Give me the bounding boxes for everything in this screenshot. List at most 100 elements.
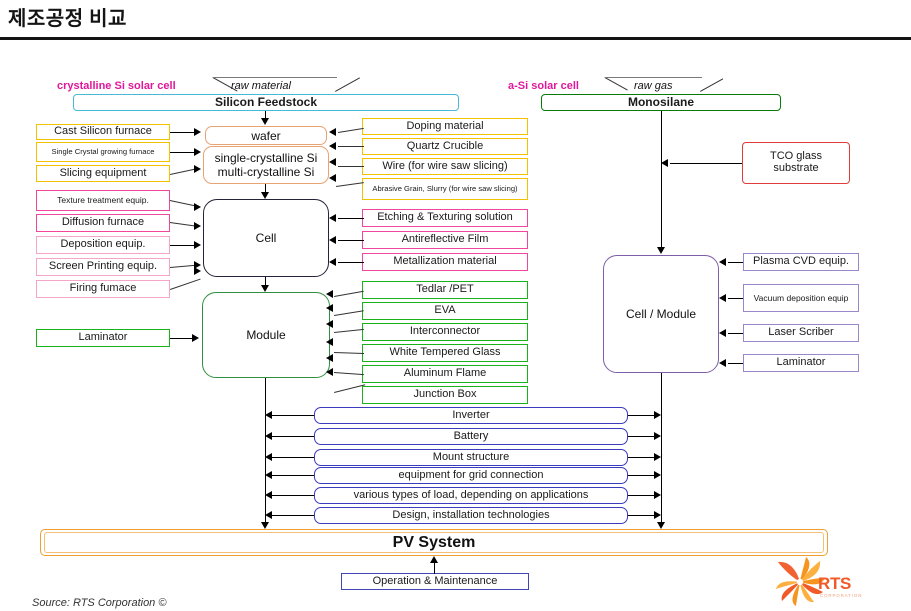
arrowhead-cellmat1 — [329, 236, 336, 244]
conn-sys3-right — [628, 475, 654, 476]
equip-laminator-right[interactable]: Laminator — [743, 354, 859, 372]
module-process-box[interactable]: Module — [202, 292, 330, 378]
conn-mat1 — [338, 146, 364, 147]
system-grid-connection[interactable]: equipment for grid connection — [314, 467, 628, 484]
arrowhead-mat3 — [329, 174, 336, 182]
funnel-line-right — [335, 77, 360, 92]
monosilane-box[interactable]: Monosilane — [541, 94, 781, 111]
material-metallization[interactable]: Metallization material — [362, 253, 528, 271]
conn-modmat5 — [334, 384, 366, 393]
material-tedlar-pet[interactable]: Tedlar /PET — [362, 281, 528, 299]
material-eva[interactable]: EVA — [362, 302, 528, 320]
silicon-feedstock-box[interactable]: Silicon Feedstock — [73, 94, 459, 111]
arrowhead-monosilane — [656, 247, 665, 254]
raw-gas-label: raw gas — [634, 80, 673, 92]
conn-cellmat0 — [338, 218, 364, 219]
arrowhead-sys2-right — [654, 453, 661, 461]
system-inverter[interactable]: Inverter — [314, 407, 628, 424]
material-antireflective-film[interactable]: Antireflective Film — [362, 231, 528, 249]
source-credit: Source: RTS Corporation © — [32, 597, 167, 609]
arrowhead-asi3 — [719, 359, 726, 367]
arrowhead-cell-module — [260, 285, 269, 292]
conn-modmat2 — [334, 328, 364, 333]
equip-cast-silicon-furnace[interactable]: Cast Silicon furnace — [36, 124, 170, 140]
conn-sys5-right — [628, 515, 654, 516]
equip-diffusion-furnace[interactable]: Diffusion furnace — [36, 214, 170, 232]
tco-glass-substrate-box[interactable]: TCO glass substrate — [742, 142, 850, 184]
arrowhead-wafer-cell — [260, 192, 269, 199]
wafer-type-box[interactable]: single-crystalline Si multi-crystalline … — [203, 146, 329, 184]
title-divider — [0, 37, 911, 40]
arrowhead-modmat4 — [326, 354, 333, 362]
arrowhead-cellequip2 — [194, 241, 201, 249]
arrowhead-cellequip4 — [194, 267, 201, 275]
equip-firing-furnace[interactable]: Firing fumace — [36, 280, 170, 298]
equip-slicing-equipment[interactable]: Slicing equipment — [36, 165, 170, 182]
conn-asi1 — [728, 298, 743, 299]
conn-sys4-left — [272, 495, 314, 496]
arrowhead-modmat3 — [326, 338, 333, 346]
arrowhead-asi0 — [719, 258, 726, 266]
conn-cellequip2 — [170, 245, 196, 246]
rts-logo-subtext: CORPORATION — [820, 593, 863, 598]
material-junction-box[interactable]: Junction Box — [362, 386, 528, 404]
cell-module-process-box[interactable]: Cell / Module — [603, 255, 719, 373]
equip-single-crystal-growing-furnace[interactable]: Single Crystal growing furnace — [36, 142, 170, 162]
conn-sys0-right — [628, 415, 654, 416]
arrowhead-operation-pv — [429, 556, 438, 563]
arrowhead-cellmat0 — [329, 214, 336, 222]
material-white-tempered-glass[interactable]: White Tempered Glass — [362, 344, 528, 362]
arrowhead-modmat5 — [326, 368, 333, 376]
conn-sys1-left — [272, 436, 314, 437]
material-doping[interactable]: Doping material — [362, 118, 528, 135]
equip-screen-printing[interactable]: Screen Printing equip. — [36, 258, 170, 276]
system-battery[interactable]: Battery — [314, 428, 628, 445]
operation-maintenance-box[interactable]: Operation & Maintenance — [341, 573, 529, 590]
equip-deposition[interactable]: Deposition equip. — [36, 236, 170, 254]
conn-asi0 — [728, 262, 743, 263]
arrowhead-cellmodule-pv — [656, 522, 665, 529]
conn-modmat3 — [333, 352, 364, 355]
system-design-installation[interactable]: Design, installation technologies — [314, 507, 628, 524]
arrowhead-sys1-left — [265, 432, 272, 440]
arrowhead-feedstock-wafer — [260, 118, 269, 125]
equip-plasma-cvd[interactable]: Plasma CVD equip. — [743, 253, 859, 271]
equip-laminator-left[interactable]: Laminator — [36, 329, 170, 347]
material-etching-texturing[interactable]: Etching & Texturing solution — [362, 209, 528, 227]
cell-process-box[interactable]: Cell — [203, 199, 329, 277]
arrowhead-equip0 — [194, 128, 201, 136]
system-mount-structure[interactable]: Mount structure — [314, 449, 628, 466]
material-wire[interactable]: Wire (for wire saw slicing) — [362, 158, 528, 175]
arrowhead-cellequip1 — [194, 222, 201, 230]
asi-branch-label: a-Si solar cell — [508, 80, 579, 92]
rts-logo-text: RTS — [818, 574, 852, 593]
conn-modmat1 — [334, 310, 364, 316]
arrowhead-sys0-left — [265, 411, 272, 419]
arrowhead-laminator — [192, 334, 199, 342]
arrowhead-asi2 — [719, 329, 726, 337]
funnel-line-top-asi — [605, 77, 702, 78]
material-quartz-crucible[interactable]: Quartz Crucible — [362, 138, 528, 155]
arrowhead-asi1 — [719, 294, 726, 302]
wafer-box[interactable]: wafer — [205, 126, 327, 145]
material-abrasive-grain[interactable]: Abrasive Grain, Slurry (for wire saw sli… — [362, 178, 528, 200]
equip-texture-treatment[interactable]: Texture treatment equip. — [36, 190, 170, 211]
arrowhead-sys3-right — [654, 471, 661, 479]
arrowhead-sys1-right — [654, 432, 661, 440]
arrowhead-tco — [661, 159, 668, 167]
system-various-loads[interactable]: various types of load, depending on appl… — [314, 487, 628, 504]
conn-asi3 — [728, 363, 743, 364]
conn-laminator-module — [170, 338, 194, 339]
tco-line2: substrate — [773, 162, 819, 174]
conn-operation-pv — [434, 563, 435, 574]
equip-vacuum-deposition[interactable]: Vacuum deposition equip — [743, 284, 859, 312]
material-aluminum-flame[interactable]: Aluminum Flame — [362, 365, 528, 383]
arrowhead-sys5-left — [265, 511, 272, 519]
conn-cellequip4 — [170, 278, 201, 290]
conn-monosilane-cellmodule — [661, 111, 662, 251]
arrowhead-sys4-left — [265, 491, 272, 499]
conn-modmat4 — [333, 372, 364, 376]
equip-laser-scriber[interactable]: Laser Scriber — [743, 324, 859, 342]
material-interconnector[interactable]: Interconnector — [362, 323, 528, 341]
arrowhead-sys0-right — [654, 411, 661, 419]
